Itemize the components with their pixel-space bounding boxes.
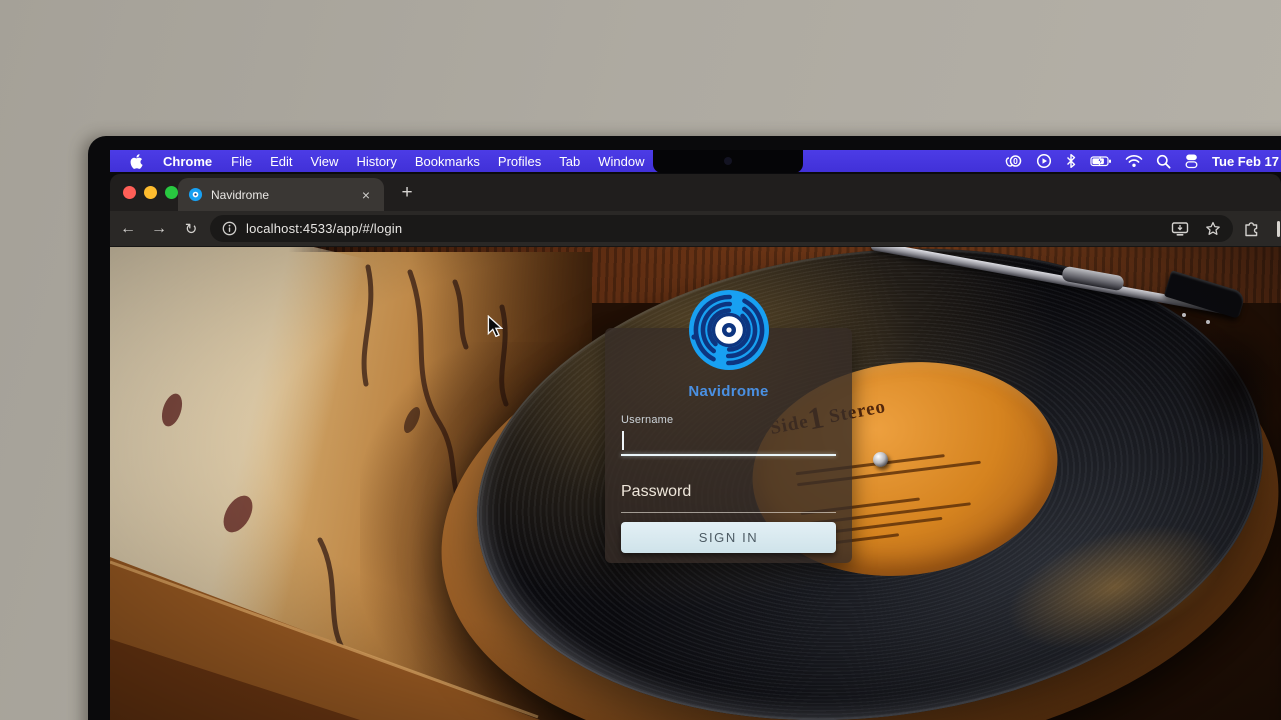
text-caret (622, 431, 624, 450)
bookmark-star-icon[interactable] (1205, 221, 1221, 237)
menubar-status-area: 0 (1005, 150, 1281, 172)
password-underline (621, 512, 836, 513)
battery-charging-icon[interactable] (1090, 153, 1112, 169)
menubar-app-name[interactable]: Chrome (153, 154, 222, 169)
turntable-spindle (873, 452, 888, 467)
omnibox-actions (1171, 215, 1221, 242)
menu-tab[interactable]: Tab (550, 154, 589, 169)
menu-file[interactable]: File (222, 154, 261, 169)
camera-notch (653, 150, 803, 173)
chrome-toolbar: ← → ↻ localhost:4533/app/#/login (110, 211, 1281, 247)
profile-avatar-partial[interactable] (1277, 221, 1280, 237)
mouse-cursor (486, 315, 503, 337)
laptop-screen: Chrome File Edit View History Bookmarks … (110, 150, 1281, 720)
turntable-shadow (1170, 307, 1281, 457)
camera-dot-icon (724, 157, 732, 165)
username-underline (621, 454, 836, 456)
back-button[interactable]: ← (117, 218, 139, 240)
menu-history[interactable]: History (347, 154, 405, 169)
tab-favicon-navidrome (188, 187, 203, 202)
reload-button[interactable]: ↻ (180, 218, 202, 240)
control-center-icon[interactable] (1184, 153, 1199, 169)
photo-of-laptop: Chrome File Edit View History Bookmarks … (0, 0, 1281, 720)
tab-close-icon[interactable]: × (358, 186, 374, 204)
username-input[interactable] (625, 430, 833, 452)
app-title: Navidrome (605, 383, 852, 400)
menu-view[interactable]: View (301, 154, 347, 169)
sign-in-button[interactable]: SIGN IN (621, 522, 836, 553)
media-play-icon[interactable] (1036, 153, 1052, 169)
menubar-left: Chrome File Edit View History Bookmarks … (110, 154, 698, 169)
macos-menubar: Chrome File Edit View History Bookmarks … (110, 150, 1281, 172)
fullscreen-window-button[interactable] (165, 186, 178, 199)
browser-tab-navidrome[interactable]: Navidrome × (178, 178, 384, 211)
password-input[interactable] (625, 488, 833, 510)
username-label: Username (621, 414, 673, 426)
new-tab-button[interactable]: + (392, 178, 422, 208)
chrome-tab-strip: Navidrome × + (110, 174, 1281, 211)
navidrome-logo-icon (687, 288, 771, 372)
bluetooth-icon[interactable] (1065, 153, 1077, 169)
menu-bookmarks[interactable]: Bookmarks (406, 154, 489, 169)
status-app-badge-icon[interactable]: 0 (1005, 153, 1023, 169)
navidrome-login-page: Side1 Stereo (110, 247, 1281, 720)
svg-text:0: 0 (1013, 156, 1018, 166)
extensions-puzzle-icon[interactable] (1243, 220, 1261, 238)
site-info-icon[interactable] (222, 221, 237, 236)
forward-button[interactable]: → (148, 218, 170, 240)
menu-window[interactable]: Window (589, 154, 653, 169)
menu-profiles[interactable]: Profiles (489, 154, 550, 169)
menu-edit[interactable]: Edit (261, 154, 301, 169)
minimize-window-button[interactable] (144, 186, 157, 199)
tab-title: Navidrome (211, 188, 358, 202)
save-share-icon[interactable] (1171, 221, 1189, 237)
url-text[interactable]: localhost:4533/app/#/login (246, 221, 402, 236)
laptop-bezel: Chrome File Edit View History Bookmarks … (88, 136, 1281, 720)
close-window-button[interactable] (123, 186, 136, 199)
window-controls (123, 186, 178, 199)
apple-menu-icon[interactable] (120, 154, 153, 169)
spotlight-search-icon[interactable] (1156, 154, 1171, 169)
address-bar[interactable]: localhost:4533/app/#/login (210, 215, 1233, 242)
wifi-icon[interactable] (1125, 154, 1143, 168)
menubar-date[interactable]: Tue Feb 17 (1212, 154, 1279, 169)
